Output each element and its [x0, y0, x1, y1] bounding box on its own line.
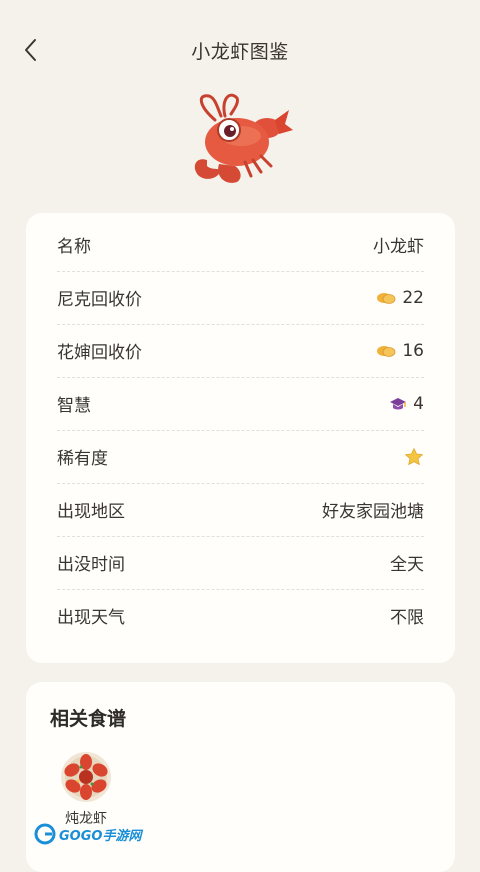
row-aunt-price: 花婶回收价 16 — [57, 324, 424, 378]
info-card: 名称 小龙虾 尼克回收价 22 花婶回收价 16 智慧 4 稀有度 出现地区 好… — [26, 213, 455, 663]
weather-value: 不限 — [390, 608, 424, 628]
row-wisdom: 智慧 4 — [57, 377, 424, 431]
row-time: 出没时间 全天 — [57, 536, 424, 590]
aunt-price-value: 16 — [402, 340, 424, 361]
row-label: 稀有度 — [57, 449, 108, 469]
row-nick-price: 尼克回收价 22 — [57, 271, 424, 325]
row-value: 全天 — [390, 550, 424, 575]
row-value: 22 — [376, 288, 424, 308]
coin-icon — [376, 344, 396, 358]
row-label: 出现地区 — [57, 502, 125, 522]
watermark: GOGO手游网 — [34, 821, 141, 847]
row-label: 出没时间 — [57, 555, 125, 575]
row-label: 智慧 — [57, 396, 91, 416]
stewed-crayfish-image — [59, 750, 113, 804]
graduation-cap-icon — [389, 396, 407, 412]
coin-icon — [376, 291, 396, 305]
row-value: 4 — [389, 394, 424, 414]
wisdom-value: 4 — [413, 393, 424, 414]
watermark-text: GOGO手游网 — [59, 828, 142, 844]
row-label: 尼克回收价 — [57, 290, 142, 310]
time-value: 全天 — [390, 555, 424, 575]
row-value: 小龙虾 — [373, 232, 424, 257]
row-value — [404, 447, 424, 467]
row-value: 不限 — [390, 603, 424, 628]
section-title: 相关食谱 — [50, 708, 127, 730]
crayfish-image — [185, 90, 295, 190]
header: 小龙虾图鉴 — [0, 20, 480, 80]
row-region: 出现地区 好友家园池塘 — [57, 483, 424, 537]
recipe-item[interactable]: 炖龙虾 — [56, 750, 116, 828]
row-value: 好友家园池塘 — [322, 497, 424, 522]
status-bar — [0, 0, 480, 20]
nick-price-value: 22 — [402, 287, 424, 308]
row-rarity: 稀有度 — [57, 430, 424, 484]
row-value: 16 — [376, 341, 424, 361]
row-name: 名称 小龙虾 — [57, 218, 424, 272]
row-label: 花婶回收价 — [57, 343, 142, 363]
gogo-logo-icon — [34, 823, 56, 845]
name-value: 小龙虾 — [373, 237, 424, 257]
row-weather: 出现天气 不限 — [57, 589, 424, 642]
star-icon — [404, 447, 424, 467]
row-label: 名称 — [57, 237, 91, 257]
row-label: 出现天气 — [57, 608, 125, 628]
page-title: 小龙虾图鉴 — [191, 41, 289, 63]
region-value: 好友家园池塘 — [322, 502, 424, 522]
